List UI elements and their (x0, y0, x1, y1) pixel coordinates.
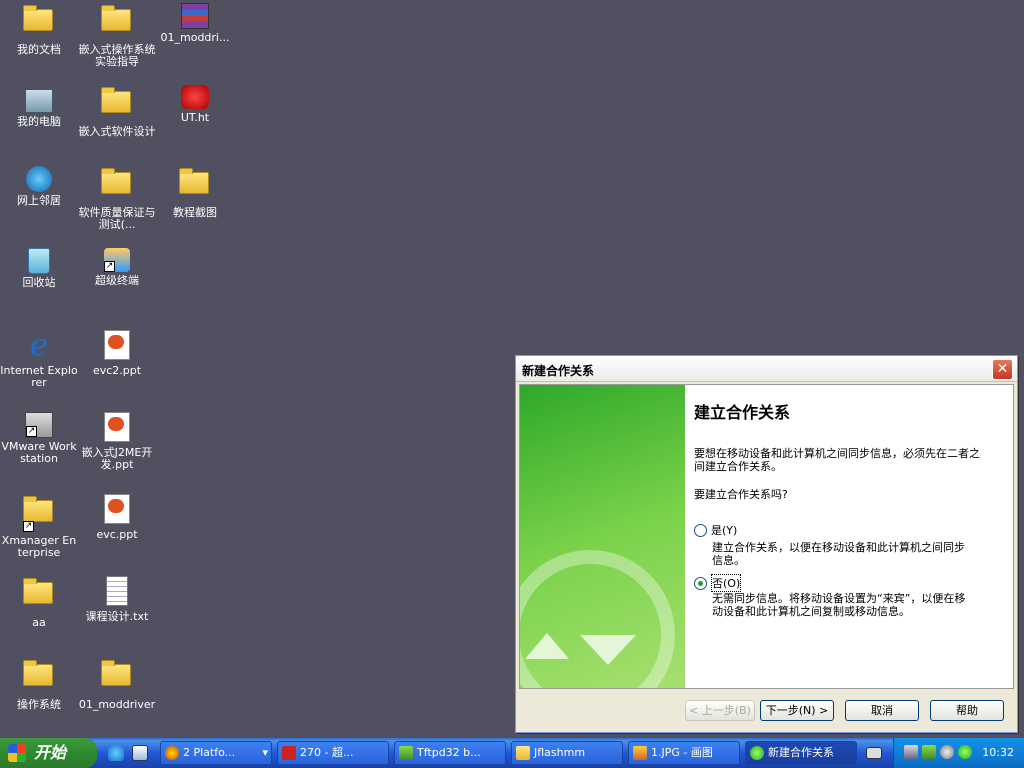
task-paint[interactable]: 1.JPG - 画图 (628, 741, 740, 765)
activesync-banner (520, 385, 685, 688)
winrar-archive-icon (181, 3, 209, 29)
desktop-icon-evc-ppt[interactable]: evc.ppt (78, 494, 156, 541)
next-button[interactable]: 下一步(N) > (760, 700, 834, 721)
desktop-icon-j2me-ppt[interactable]: 嵌入式J2ME开发.ppt (78, 412, 156, 471)
folder-icon (101, 168, 133, 204)
sync-ring-graphic (520, 550, 675, 688)
radio-yes-description: 建立合作关系，以便在移动设备和此计算机之间同步信息。 (712, 541, 965, 567)
clock[interactable]: 10:32 (982, 746, 1014, 759)
radio-yes-label: 是(Y) (711, 524, 738, 537)
radio-option-yes[interactable]: 是(Y) (694, 522, 737, 538)
help-button[interactable]: 帮助 (930, 700, 1004, 721)
desktop-icon-moddriver[interactable]: 01_moddriver (78, 658, 156, 711)
ppt-file-icon (101, 412, 133, 444)
radio-no-description: 无需同步信息。将移动设备设置为“来宾”，以便在移动设备和此计算机之间复制或移动信… (712, 592, 966, 618)
radio-no[interactable] (694, 576, 707, 590)
quicklaunch-desktop-icon[interactable] (132, 745, 148, 761)
ppt-file-icon (101, 494, 133, 526)
quicklaunch-ie-icon[interactable] (108, 745, 124, 761)
vmware-icon: ↗ (25, 412, 53, 438)
desktop-icon-my-documents[interactable]: 我的文档 (0, 3, 78, 56)
my-computer-icon (25, 89, 53, 113)
ppt-file-icon (101, 330, 133, 362)
task-hyperterminal[interactable]: 270 - 超... (277, 741, 389, 765)
desktop-icon-software-quality[interactable]: 软件质量保证与测试(... (78, 166, 156, 231)
desktop-icon-network-places[interactable]: 网上邻居 (0, 166, 78, 207)
folder-icon (179, 168, 211, 204)
hyperterminal-icon (181, 85, 209, 109)
dialog-body: 建立合作关系 要想在移动设备和此计算机之间同步信息，必须先在二者之间建立合作关系… (519, 384, 1014, 689)
new-partnership-dialog: 新建合作关系 ✕ 建立合作关系 要想在移动设备和此计算机之间同步信息，必须先在二… (515, 355, 1018, 733)
windows-logo-icon (8, 744, 26, 762)
desktop-icon-ut-ht[interactable]: UT.ht (156, 85, 234, 124)
text-file-icon (101, 576, 133, 608)
start-button[interactable]: 开始 (0, 738, 97, 768)
chevron-down-icon: ▾ (262, 746, 268, 759)
desktop-icon-aa[interactable]: aa (0, 576, 78, 629)
sync-arrow-down-graphic (580, 635, 636, 665)
activesync-icon (750, 746, 764, 760)
recycle-bin-icon (28, 248, 50, 274)
close-icon[interactable]: ✕ (992, 359, 1013, 380)
activesync-tray-icon[interactable] (958, 745, 972, 759)
hyperterminal-icon (282, 746, 296, 760)
desktop-icon-evc2-ppt[interactable]: evc2.ppt (78, 330, 156, 377)
desktop-icon-xmanager[interactable]: ↗ Xmanager Enterprise (0, 494, 78, 559)
security-tray-icon[interactable] (940, 745, 954, 759)
keyboard-icon[interactable] (866, 747, 882, 759)
hyperterminal-shortcut-icon: ↗ (104, 248, 130, 272)
desktop-icon-embedded-os-guide[interactable]: 嵌入式操作系统实验指导 (78, 3, 156, 68)
cancel-button[interactable]: 取消 (845, 700, 919, 721)
dialog-title: 新建合作关系 (522, 364, 595, 378)
desktop-icon-course-txt[interactable]: 课程设计.txt (78, 576, 156, 623)
intro-text: 要想在移动设备和此计算机之间同步信息，必须先在二者之间建立合作关系。 (694, 447, 980, 473)
back-button[interactable]: < 上一步(B) (685, 700, 755, 721)
system-tray: 10:32 (893, 738, 1024, 768)
task-platform-builder[interactable]: 2 Platfo... ▾ (160, 741, 272, 765)
dialog-heading: 建立合作关系 (694, 403, 791, 422)
desktop-icon-os[interactable]: 操作系统 (0, 658, 78, 711)
desktop-icon-moddri-rar[interactable]: 01_moddri... (156, 3, 234, 44)
task-jflashmm[interactable]: Jflashmm (511, 741, 623, 765)
task-tftpd32[interactable]: Tftpd32 b... (394, 741, 506, 765)
my-documents-icon (23, 5, 55, 41)
start-label: 开始 (34, 743, 67, 762)
folder-icon (101, 660, 133, 696)
taskbar: 开始 2 Platfo... ▾ 270 - 超... Tftpd32 b...… (0, 738, 1024, 768)
tftpd-tray-icon[interactable] (922, 745, 936, 759)
radio-option-no[interactable]: 否(O) (694, 574, 742, 592)
folder-icon (516, 746, 530, 760)
radio-yes[interactable] (694, 523, 707, 537)
xmanager-icon: ↗ (23, 496, 55, 532)
folder-icon (23, 578, 55, 614)
folder-icon (23, 660, 55, 696)
internet-explorer-icon: e (30, 328, 48, 363)
desktop-icon-vmware[interactable]: ↗ VMware Workstation (0, 412, 78, 465)
desktop-icon-internet-explorer[interactable]: e Internet Explorer (0, 330, 78, 389)
sync-arrow-up-graphic (525, 633, 569, 659)
desktop-icon-recycle-bin[interactable]: 回收站 (0, 248, 78, 289)
radio-no-label: 否(O) (711, 574, 742, 592)
task-new-partnership[interactable]: 新建合作关系 (745, 741, 857, 765)
question-text: 要建立合作关系吗? (694, 488, 788, 501)
paint-icon (633, 746, 647, 760)
network-places-icon (26, 166, 52, 192)
network-tray-icon[interactable] (904, 745, 918, 759)
folder-icon (101, 5, 133, 41)
desktop-icon-embedded-software[interactable]: 嵌入式软件设计 (78, 85, 156, 138)
desktop-icon-tutorial-screens[interactable]: 教程截图 (156, 166, 234, 219)
desktop-icon-hyperterminal[interactable]: ↗ 超级终端 (78, 248, 156, 287)
desktop-icon-my-computer[interactable]: 我的电脑 (0, 85, 78, 128)
platform-builder-icon (165, 746, 179, 760)
dialog-titlebar[interactable]: 新建合作关系 ✕ (516, 356, 1017, 382)
folder-icon (101, 87, 133, 123)
tftpd-icon (399, 746, 413, 760)
